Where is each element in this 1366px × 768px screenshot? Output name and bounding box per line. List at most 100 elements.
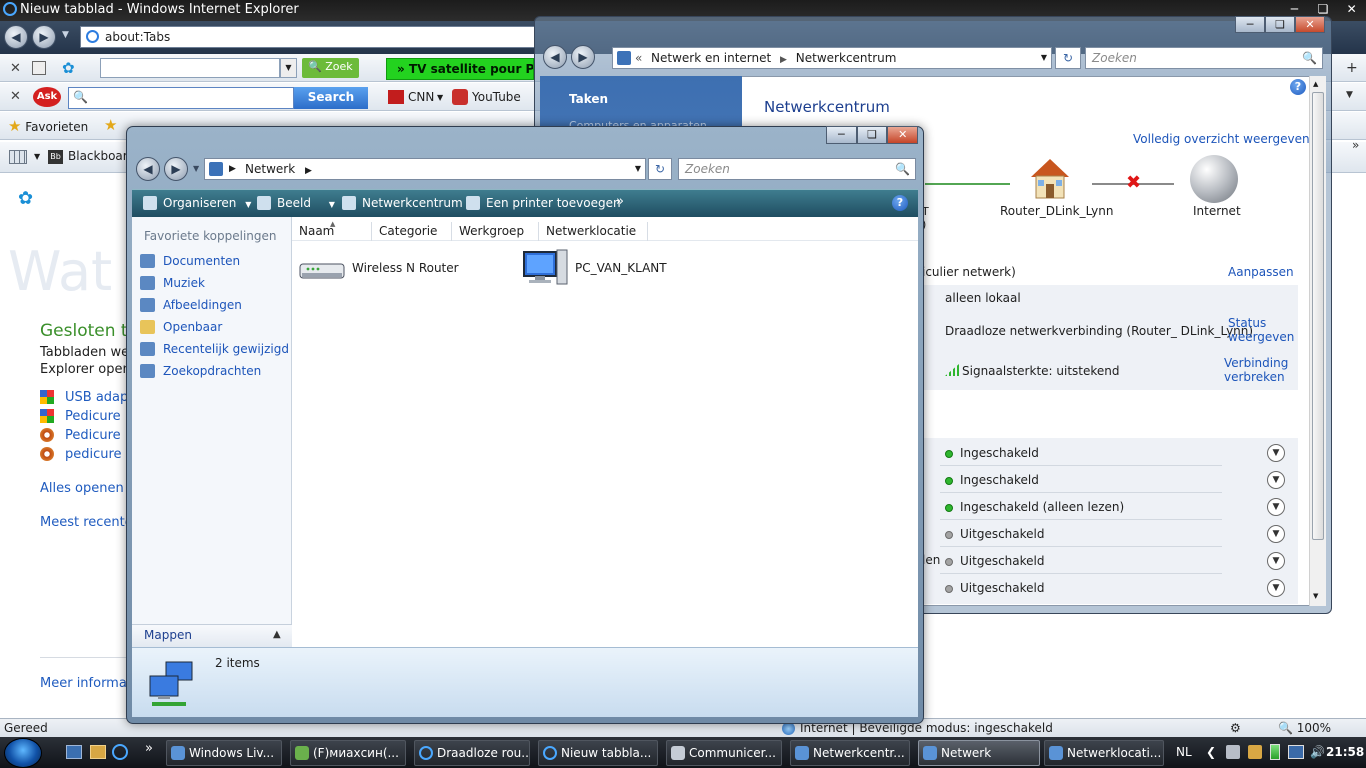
tray-app-icon[interactable] xyxy=(1248,745,1262,759)
messenger-logo-icon[interactable]: ✿ xyxy=(62,59,75,77)
nav-music[interactable]: Muziek xyxy=(140,275,205,291)
taskbar-button-active[interactable]: Netwerk xyxy=(918,740,1040,766)
column-network-location[interactable]: Netwerklocatie xyxy=(539,222,648,241)
tab-list-dropdown-icon[interactable]: ▼ xyxy=(34,152,40,161)
cnn-dropdown-icon[interactable]: ▼ xyxy=(437,93,443,102)
expand-chevron-icon[interactable]: ▼ xyxy=(1267,471,1285,489)
expand-chevron-icon[interactable]: ▼ xyxy=(1267,579,1285,597)
tray-app-icon[interactable] xyxy=(1226,745,1240,759)
ie-quicklaunch-icon[interactable] xyxy=(112,744,128,760)
nav-recently-changed[interactable]: Recentelijk gewijzigd xyxy=(140,341,289,357)
minimize-icon[interactable]: ─ xyxy=(1235,16,1265,33)
switch-windows-icon[interactable] xyxy=(90,745,106,759)
protected-mode-icon[interactable]: ⚙ xyxy=(1230,719,1241,737)
column-workgroup[interactable]: Werkgroep xyxy=(452,222,539,241)
quicklaunch-overflow-icon[interactable]: » xyxy=(145,741,153,756)
quick-tabs-icon[interactable] xyxy=(9,150,27,164)
router-device-icon[interactable] xyxy=(298,256,346,282)
network-tray-icon[interactable] xyxy=(1288,745,1304,759)
device-label[interactable]: PC_VAN_KLANT xyxy=(575,261,667,275)
forward-arrow-icon[interactable]: ▶ xyxy=(32,25,56,49)
zoom-control[interactable]: 🔍 100% xyxy=(1278,719,1331,737)
recent-pages-icon[interactable]: ▼ xyxy=(193,164,199,173)
close-icon[interactable]: ✕ xyxy=(1295,16,1325,33)
scroll-down-icon[interactable]: ▼ xyxy=(1313,592,1318,600)
taskbar-button[interactable]: Nieuw tabbla... xyxy=(538,740,658,766)
view-button[interactable]: Beeld ▼ xyxy=(257,195,335,213)
favorites-button[interactable]: ★ Favorieten xyxy=(8,117,88,135)
help-icon[interactable]: ? xyxy=(1290,79,1306,95)
close-toolbar-icon[interactable]: ✕ xyxy=(10,61,21,76)
tab-blackboard[interactable]: Bb Blackboard xyxy=(48,149,135,164)
view-status-link[interactable]: Status weergeven xyxy=(1228,316,1294,344)
maximize-icon[interactable]: ❏ xyxy=(1265,16,1295,33)
collapse-chevron-icon[interactable]: ▲ xyxy=(273,629,281,640)
breadcrumb-overflow-icon[interactable]: « xyxy=(635,48,642,68)
more-commands-icon[interactable]: » xyxy=(616,194,624,209)
address-dropdown-icon[interactable]: ▼ xyxy=(635,159,641,179)
taskbar-button[interactable]: Windows Liv... xyxy=(166,740,282,766)
language-indicator[interactable]: NL xyxy=(1176,737,1192,767)
toolbar-overflow-icon[interactable]: » xyxy=(1352,138,1359,152)
tv-satellite-banner[interactable]: » TV satellite pour PC xyxy=(386,58,534,80)
zoek-button[interactable]: 🔍 Zoek xyxy=(302,58,359,78)
search-icon[interactable]: 🔍 xyxy=(895,159,910,179)
toolbar-menu-icon[interactable] xyxy=(32,61,46,75)
breadcrumb-item[interactable]: Netwerk en internet xyxy=(651,51,771,65)
refresh-icon[interactable]: ↻ xyxy=(1055,47,1081,69)
netcenter-search-input[interactable]: Zoeken 🔍 xyxy=(1085,47,1323,69)
nav-searches[interactable]: Zoekopdrachten xyxy=(140,363,261,379)
expand-chevron-icon[interactable]: ▼ xyxy=(1267,525,1285,543)
taskbar-button[interactable]: (F)миахсин(... xyxy=(290,740,406,766)
closed-tab-link[interactable]: USB adapt xyxy=(65,390,133,405)
volume-icon[interactable]: 🔊 xyxy=(1310,737,1325,767)
expand-chevron-icon[interactable]: ▼ xyxy=(1267,444,1285,462)
nav-documents[interactable]: Documenten xyxy=(140,253,240,269)
back-arrow-icon[interactable]: ◀ xyxy=(4,25,28,49)
computer-device-icon[interactable] xyxy=(521,246,569,288)
add-printer-button[interactable]: Een printer toevoegen xyxy=(466,195,621,211)
toolbar-chevron-icon[interactable]: ▼ xyxy=(1346,90,1353,100)
explorer-search-input[interactable]: Zoeken 🔍 xyxy=(678,158,916,180)
close-icon[interactable]: ✕ xyxy=(887,126,919,144)
back-arrow-icon[interactable]: ◀ xyxy=(136,157,160,181)
breadcrumb-separator-icon[interactable]: ▶ xyxy=(780,55,787,65)
close-ask-toolbar-icon[interactable]: ✕ xyxy=(10,89,21,104)
toolbar-search-dropdown[interactable]: ▼ xyxy=(280,58,297,78)
nav-public[interactable]: Openbaar xyxy=(140,319,222,335)
organize-button[interactable]: Organiseren ▼ xyxy=(143,195,251,213)
search-icon[interactable]: 🔍 xyxy=(1302,48,1317,68)
network-center-button[interactable]: Netwerkcentrum xyxy=(342,195,463,211)
help-icon[interactable]: ? xyxy=(892,195,908,211)
back-arrow-icon[interactable]: ◀ xyxy=(543,45,567,69)
toolbar-search-input[interactable] xyxy=(100,58,280,78)
most-recent-link[interactable]: Meest recente xyxy=(40,515,133,530)
address-dropdown-icon[interactable]: ▼ xyxy=(1041,48,1047,68)
close-icon[interactable]: ✕ xyxy=(1337,0,1366,20)
maximize-icon[interactable]: ❏ xyxy=(856,126,888,144)
youtube-link[interactable]: YouTube xyxy=(472,90,521,104)
forward-arrow-icon[interactable]: ▶ xyxy=(571,45,595,69)
folders-toggle[interactable]: Mappen ▲ xyxy=(132,624,292,647)
closed-tab-link[interactable]: pedicure i xyxy=(65,447,129,462)
show-desktop-icon[interactable] xyxy=(66,745,82,759)
refresh-icon[interactable]: ↻ xyxy=(648,158,672,180)
breadcrumb-item[interactable]: Netwerkcentrum xyxy=(796,51,897,65)
full-overview-link[interactable]: Volledig overzicht weergeven xyxy=(1133,132,1310,146)
breadcrumb-separator-icon[interactable]: ▶ xyxy=(229,159,236,179)
tray-expand-icon[interactable]: ❮ xyxy=(1206,737,1216,767)
netcenter-scrollbar[interactable]: ▲ ▼ xyxy=(1309,76,1326,606)
taskbar-button[interactable]: Netwerklocati... xyxy=(1044,740,1164,766)
clock[interactable]: 21:58 xyxy=(1326,737,1364,767)
expand-chevron-icon[interactable]: ▼ xyxy=(1267,498,1285,516)
device-label[interactable]: Wireless N Router xyxy=(352,261,459,275)
netcenter-address-bar[interactable]: « Netwerk en internet ▶ Netwerkcentrum ▼ xyxy=(612,47,1052,69)
battery-icon[interactable] xyxy=(1270,744,1280,760)
closed-tab-link[interactable]: Pedicure H xyxy=(65,428,135,443)
explorer-address-bar[interactable]: ▶ Netwerk ▶ ▼ xyxy=(204,158,646,180)
scroll-up-icon[interactable]: ▲ xyxy=(1313,80,1318,88)
ie-address-field[interactable]: about:Tabs xyxy=(80,26,535,48)
taskbar-button[interactable]: Communicer... xyxy=(666,740,782,766)
ask-logo-icon[interactable]: Ask xyxy=(33,87,61,107)
scroll-thumb[interactable] xyxy=(1312,92,1324,540)
